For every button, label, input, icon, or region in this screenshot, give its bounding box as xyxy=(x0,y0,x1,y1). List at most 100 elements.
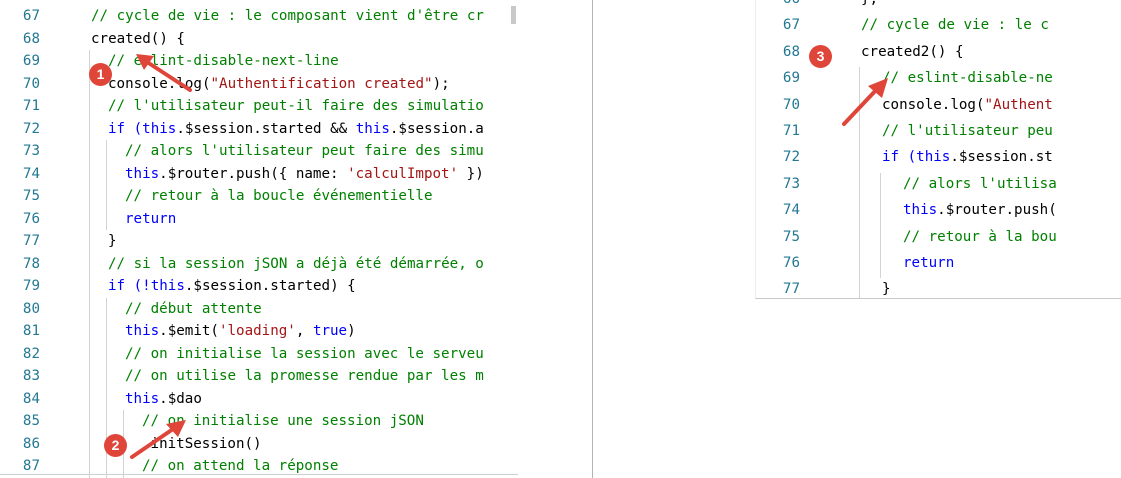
code-line[interactable]: 77} xyxy=(756,278,1121,298)
code-line[interactable]: 72 if (this.$session.started && this.$ses… xyxy=(0,117,518,141)
code-text: return xyxy=(125,208,176,231)
code-token: // l'utilisateur peu xyxy=(882,123,1053,139)
code-line[interactable]: 84 this.$dao xyxy=(0,387,518,411)
indent-guide xyxy=(89,117,90,140)
code-line[interactable]: 76 return xyxy=(0,207,518,231)
code-token: , xyxy=(295,323,313,339)
code-line[interactable]: 83 // on utilise la promesse rendue par l… xyxy=(0,365,518,388)
indent-guide xyxy=(859,199,860,226)
code-line[interactable]: 69// eslint-disable-next-line xyxy=(0,50,518,73)
right-code-editor[interactable]: 66}, 67 // cycle de vie : le c 68 created2()… xyxy=(755,0,1121,299)
code-token: // si la session jSON a déjà été démarré… xyxy=(108,255,484,272)
code-token: "Authentification created" xyxy=(210,75,433,92)
indent-guide xyxy=(89,140,90,163)
indent-guide xyxy=(106,140,107,163)
code-text: this.$emit('loading', true) xyxy=(125,320,356,343)
code-token: true xyxy=(312,323,348,339)
code-line[interactable]: 73 // alors l'utilisa xyxy=(756,172,1121,200)
code-line[interactable]: 78 // si la session jSON a déjà été démar… xyxy=(0,252,518,275)
code-token: this xyxy=(150,278,185,294)
code-text: // début attente xyxy=(125,298,262,321)
indent-guide xyxy=(880,252,881,279)
indent-guide xyxy=(106,365,107,388)
code-token: ); xyxy=(432,75,450,92)
indent-guide xyxy=(89,275,90,298)
line-number: 67 xyxy=(782,17,800,34)
screenshot-divider xyxy=(592,0,593,478)
code-token: // alors l'utilisa xyxy=(903,175,1057,192)
code-line[interactable]: 71 // l'utilisateur peut-il faire des sim… xyxy=(0,95,518,118)
line-number: 78 xyxy=(22,255,40,272)
code-line[interactable]: 79 if (!this.$session.started) { xyxy=(0,275,518,298)
code-token: 'loading' xyxy=(218,323,296,339)
code-token: // eslint-disable-ne xyxy=(882,70,1053,87)
line-number: 83 xyxy=(22,368,40,384)
code-line[interactable]: 77} xyxy=(0,230,518,253)
code-token: // alors l'utilisateur peut faire des si… xyxy=(125,143,484,159)
code-line[interactable]: 74 this.$router.push({ name: 'calculImpot… xyxy=(0,162,518,185)
code-line[interactable]: 75 // retour à la bou xyxy=(756,225,1121,252)
code-line[interactable]: 67 // cycle de vie : le composant vient d… xyxy=(0,5,518,28)
indent-guide xyxy=(106,162,107,185)
code-text: if (this.$session.started && this.$sessi… xyxy=(108,118,484,141)
code-text: this.$dao xyxy=(125,388,202,411)
code-line[interactable]: 68 created() { xyxy=(0,28,518,51)
indent-guide xyxy=(89,230,90,253)
code-token: }, xyxy=(861,0,878,7)
code-line[interactable]: 73 // alors l'utilisateur peut faire des … xyxy=(0,140,518,163)
indent-guide xyxy=(89,432,90,455)
annotation-arrow-2 xyxy=(130,420,186,459)
line-number: 76 xyxy=(782,255,800,271)
indent-guide xyxy=(106,410,107,433)
left-editor-bottom-edge xyxy=(0,474,518,475)
code-line[interactable]: 80 // début attente xyxy=(0,297,518,321)
code-token: // on initialise la session avec le serv… xyxy=(125,345,484,362)
code-token: this xyxy=(916,149,951,166)
code-text: // cycle de vie : le c xyxy=(861,14,1049,37)
code-text: // on utilise la promesse rendue par les… xyxy=(125,365,484,388)
code-line[interactable]: 69 // eslint-disable-ne xyxy=(756,67,1121,94)
code-token: console.log( xyxy=(882,96,985,113)
indent-guide xyxy=(880,225,881,252)
code-text: created2() { xyxy=(861,41,964,64)
code-line[interactable]: 67 // cycle de vie : le c xyxy=(756,14,1121,37)
indent-guide xyxy=(89,387,90,410)
code-line[interactable]: 86 .initSession() xyxy=(0,432,518,455)
left-scrollbar-thumb[interactable] xyxy=(511,6,516,24)
line-number: 73 xyxy=(782,175,800,192)
indent-guide xyxy=(859,225,860,252)
code-text: } xyxy=(882,278,891,298)
annotation-arrow-1 xyxy=(136,54,192,92)
indent-guide xyxy=(859,278,860,298)
code-line[interactable]: 72 if (this.$session.st xyxy=(756,146,1121,173)
code-line[interactable]: 76 return xyxy=(756,252,1121,279)
indent-guide xyxy=(880,172,881,200)
line-number: 67 xyxy=(22,8,40,24)
code-line[interactable]: 82 // on initialise la session avec le se… xyxy=(0,342,518,365)
line-number: 75 xyxy=(22,188,40,204)
code-token: if ( xyxy=(108,120,143,137)
code-token: // début attente xyxy=(125,300,262,317)
indent-guide xyxy=(859,146,860,173)
code-text: }, xyxy=(861,0,878,11)
indent-guide xyxy=(89,207,90,230)
code-line[interactable]: 70 console.log("Authentification created"… xyxy=(0,72,518,95)
indent-guide xyxy=(106,387,107,410)
code-line[interactable]: 75 // retour à la boucle événementielle xyxy=(0,185,518,208)
code-text: // eslint-disable-ne xyxy=(882,67,1053,90)
code-line[interactable]: 74 this.$router.push( xyxy=(756,199,1121,226)
code-token: // retour à la boucle événementielle xyxy=(125,188,433,204)
code-line[interactable]: 66}, xyxy=(756,0,1121,11)
line-number: 75 xyxy=(782,228,800,245)
code-line[interactable]: 70 console.log("Authent xyxy=(756,93,1121,120)
code-line[interactable]: 71 // l'utilisateur peu xyxy=(756,120,1121,147)
line-number: 70 xyxy=(22,75,40,92)
indent-guide xyxy=(89,365,90,388)
code-token: if (! xyxy=(108,278,151,294)
line-number: 68 xyxy=(782,43,800,60)
code-token: .$session.started) { xyxy=(184,278,356,294)
left-code-editor[interactable]: 67 // cycle de vie : le composant vient d… xyxy=(0,0,518,478)
code-line[interactable]: 85// on initialise une session jSON xyxy=(0,410,518,433)
code-line[interactable]: 81 this.$emit('loading', true) xyxy=(0,320,518,343)
line-number: 71 xyxy=(22,98,40,114)
